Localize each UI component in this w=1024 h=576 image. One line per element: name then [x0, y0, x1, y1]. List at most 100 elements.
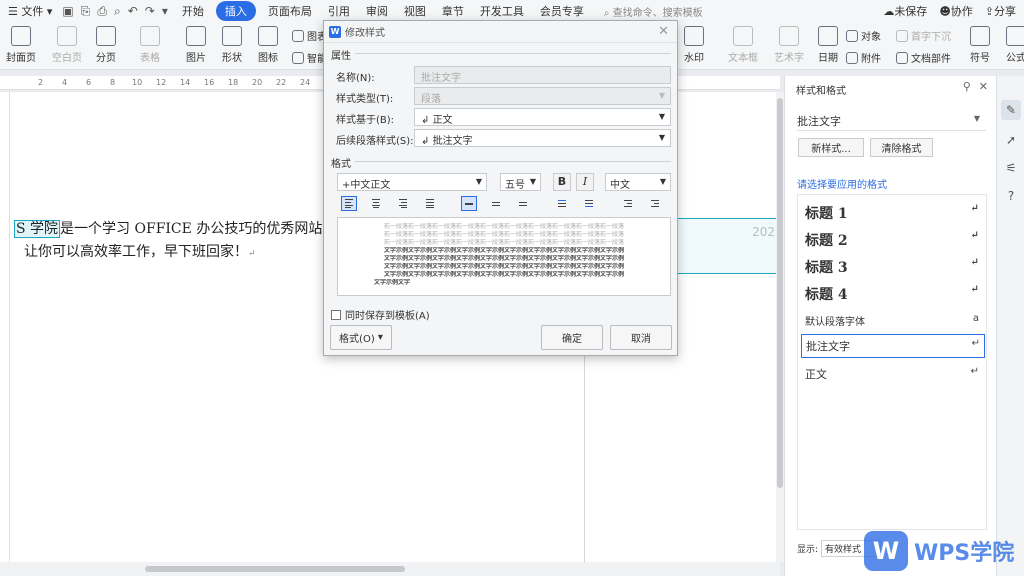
- page-break-button[interactable]: 分页: [96, 26, 116, 64]
- based-on-select[interactable]: ↲ 正文 ▼: [414, 108, 671, 126]
- tab-review[interactable]: 审阅: [358, 3, 396, 19]
- next-style-select[interactable]: ↲ 批注文字 ▼: [414, 129, 671, 147]
- paragraph-mark-icon: ↲: [421, 136, 433, 147]
- align-right-button[interactable]: [395, 196, 411, 211]
- art-text-button[interactable]: 艺术字: [774, 26, 804, 64]
- drop-cap-label: 首字下沉: [911, 32, 951, 43]
- undo-icon[interactable]: ↶: [128, 4, 138, 18]
- clear-format-button[interactable]: 清除格式: [870, 138, 933, 157]
- commented-text[interactable]: S 学院: [14, 220, 61, 238]
- blank-page-button[interactable]: 空白页: [52, 26, 82, 64]
- file-menu[interactable]: ☰ 文件 ▾: [0, 3, 60, 19]
- paragraph-mark: ↵: [248, 249, 256, 259]
- print-icon[interactable]: ⎙: [97, 4, 107, 19]
- tab-insert[interactable]: 插入: [215, 1, 256, 21]
- cover-page-button[interactable]: 封面页: [6, 26, 36, 64]
- style-item-heading-4[interactable]: 标题 4 ↵: [805, 284, 979, 304]
- current-style-select[interactable]: 批注文字 ▼: [797, 109, 986, 131]
- single-spacing-button[interactable]: [461, 196, 477, 211]
- chart-button[interactable]: 图表: [292, 28, 327, 43]
- edit-style-icon[interactable]: ✎: [1001, 100, 1021, 120]
- attachment-button[interactable]: 附件: [846, 50, 881, 65]
- increase-indent-button[interactable]: [647, 196, 663, 211]
- scrollbar-thumb[interactable]: [145, 566, 405, 572]
- table-button[interactable]: 表格: [140, 26, 160, 64]
- style-item-heading-2[interactable]: 标题 2 ↵: [805, 230, 979, 250]
- object-button[interactable]: 对象: [846, 28, 881, 43]
- dialog-title-bar[interactable]: W 修改样式 ✕: [324, 21, 677, 43]
- doc-parts-label: 文档部件: [911, 54, 951, 65]
- vertical-scrollbar[interactable]: [776, 92, 784, 562]
- cancel-button[interactable]: 取消: [610, 325, 672, 350]
- align-center-button[interactable]: [368, 196, 384, 211]
- doc-parts-button[interactable]: 文档部件: [896, 50, 951, 65]
- save-to-template-checkbox[interactable]: 同时保存到模板(A): [331, 307, 430, 322]
- vertical-ruler[interactable]: [0, 92, 10, 562]
- paragraph-line-1[interactable]: S 学院 是一个学习 OFFICE 办公技巧的优秀网站，在: [14, 218, 350, 238]
- share-button[interactable]: ⇪分享: [985, 3, 1016, 19]
- style-item-heading-1[interactable]: 标题 1 ↵: [805, 203, 979, 223]
- redo-icon[interactable]: ↷: [145, 4, 155, 18]
- cloud-icon: ☁: [883, 5, 895, 18]
- formula-button[interactable]: 公式: [1006, 26, 1024, 64]
- more-icon[interactable]: ▾: [162, 4, 168, 18]
- ruler-mark: 14: [180, 78, 191, 87]
- smart-button[interactable]: 智能: [292, 50, 327, 65]
- tab-home[interactable]: 开始: [174, 3, 212, 19]
- font-select[interactable]: +中文正文 ▼: [337, 173, 487, 191]
- space-before-button[interactable]: [554, 196, 570, 211]
- attachment-label: 附件: [861, 54, 881, 65]
- next-style-label: 后续段落样式(S):: [336, 136, 414, 147]
- style-item-normal[interactable]: 正文 ↵: [805, 366, 979, 382]
- tab-member[interactable]: 会员专享: [532, 3, 592, 19]
- style-name: 标题 3: [805, 260, 848, 276]
- new-style-button[interactable]: 新样式...: [798, 138, 864, 157]
- ok-button[interactable]: 确定: [541, 325, 603, 350]
- symbol-button[interactable]: 符号: [970, 26, 990, 64]
- space-after-button[interactable]: [581, 196, 597, 211]
- style-item-comment-text[interactable]: 批注文字 ↵: [801, 334, 985, 358]
- script-select[interactable]: 中文 ▼: [605, 173, 671, 191]
- name-field[interactable]: 批注文字: [414, 66, 671, 84]
- picture-button[interactable]: 图片: [186, 26, 206, 64]
- cursor-icon[interactable]: ➚: [1001, 130, 1021, 150]
- align-left-button[interactable]: [341, 196, 357, 211]
- tab-view[interactable]: 视图: [396, 3, 434, 19]
- double-spacing-button[interactable]: [515, 196, 531, 211]
- drop-cap-button[interactable]: 首字下沉: [896, 28, 951, 43]
- style-type-select[interactable]: 段落 ▼: [414, 87, 671, 105]
- format-menu-button[interactable]: 格式(O) ▾: [330, 325, 392, 350]
- checkbox-box[interactable]: [331, 309, 341, 320]
- textbox-button[interactable]: 文本框: [728, 26, 758, 64]
- paragraph-line-2[interactable]: 让你可以高效率工作，早下班回家！↵: [24, 241, 256, 261]
- tab-chapter[interactable]: 章节: [434, 3, 472, 19]
- one-half-spacing-button[interactable]: [488, 196, 504, 211]
- shape-button[interactable]: 形状: [222, 26, 242, 64]
- icon-button[interactable]: 图标: [258, 26, 278, 64]
- pin-icon[interactable]: ⚲: [963, 80, 971, 93]
- watermark-button[interactable]: 水印: [684, 26, 704, 64]
- tab-references[interactable]: 引用: [320, 3, 358, 19]
- export-pdf-icon[interactable]: ⎘: [81, 4, 91, 19]
- tab-developer[interactable]: 开发工具: [472, 3, 532, 19]
- italic-button[interactable]: I: [576, 173, 594, 191]
- bold-button[interactable]: B: [553, 173, 571, 191]
- scrollbar-thumb[interactable]: [777, 98, 783, 488]
- font-size-select[interactable]: 五号 ▼: [500, 173, 541, 191]
- justify-button[interactable]: [422, 196, 438, 211]
- command-search[interactable]: ⌕ 查找命令、搜索模板: [604, 4, 703, 19]
- tab-page-layout[interactable]: 页面布局: [260, 3, 320, 19]
- help-icon[interactable]: ?: [1001, 186, 1021, 206]
- style-item-heading-3[interactable]: 标题 3 ↵: [805, 257, 979, 277]
- date-button[interactable]: 日期: [818, 26, 838, 64]
- collab-button[interactable]: ☻协作: [939, 3, 972, 19]
- save-icon[interactable]: ▣: [62, 4, 73, 18]
- settings-sliders-icon[interactable]: ⚟: [1001, 158, 1021, 178]
- horizontal-scrollbar[interactable]: [0, 562, 780, 576]
- preview-icon[interactable]: ⌕: [114, 4, 121, 19]
- style-item-default-font[interactable]: 默认段落字体 a: [805, 313, 979, 328]
- decrease-indent-button[interactable]: [620, 196, 636, 211]
- close-icon[interactable]: ✕: [658, 24, 669, 39]
- close-icon[interactable]: ✕: [979, 80, 988, 93]
- unsaved-status[interactable]: ☁未保存: [883, 3, 927, 19]
